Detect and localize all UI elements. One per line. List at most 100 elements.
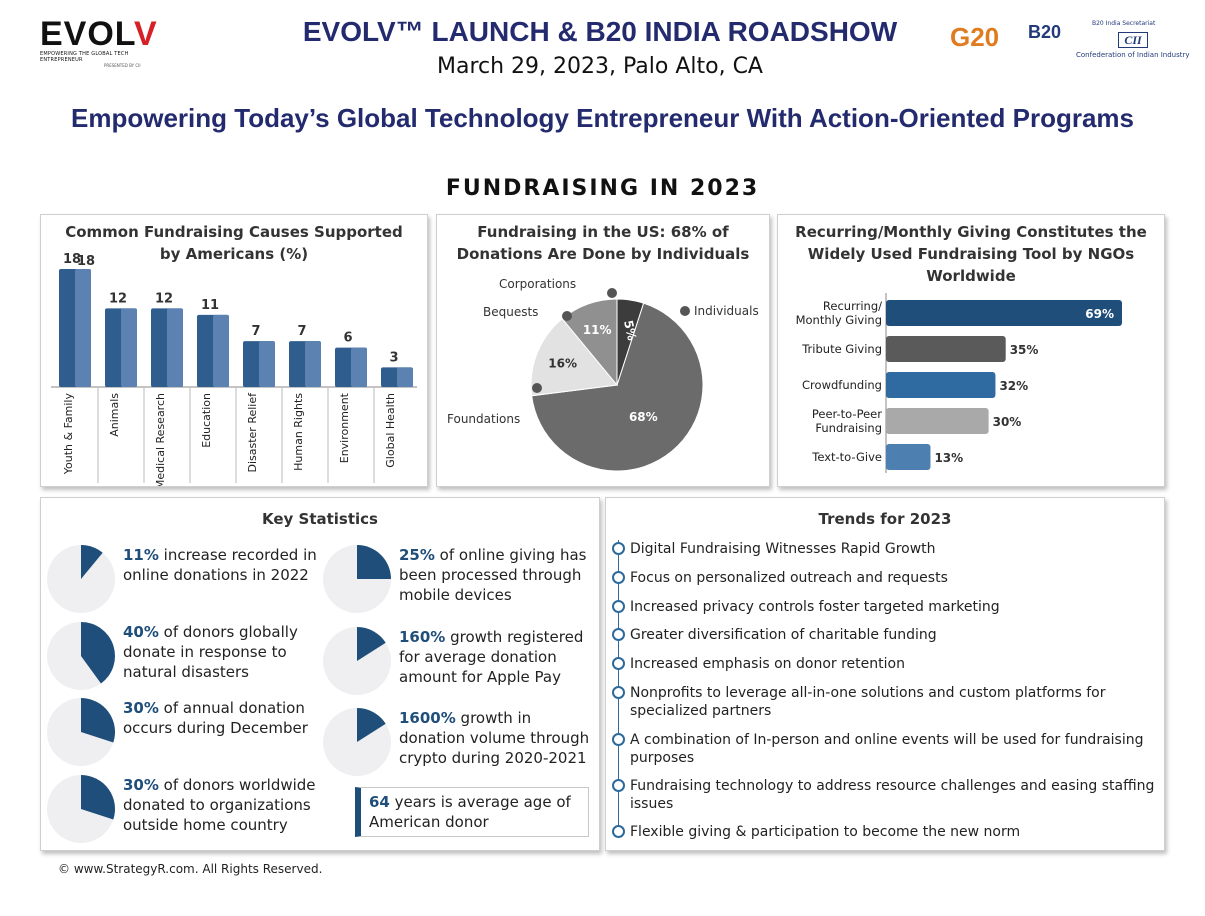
stat-pie	[47, 622, 115, 690]
data-label: 68%	[629, 410, 658, 424]
cii-name: Confederation of Indian Industry	[1076, 51, 1190, 59]
logo-presented: PRESENTED BY CII	[104, 63, 141, 68]
data-label: 12	[109, 291, 127, 306]
stat-value: 40%	[123, 623, 159, 641]
bar-highlight	[75, 269, 91, 387]
partner-logos: G20 B20 B20 India Secretariat CII Confed…	[948, 20, 1190, 65]
section-title: FUNDRAISING IN 2023	[445, 176, 760, 201]
stat-value: 11%	[123, 546, 159, 564]
ngo-tools-panel: Recurring/Monthly Giving Constitutes the…	[777, 214, 1165, 487]
trend-text: Nonprofits to leverage all-in-one soluti…	[630, 685, 1106, 719]
trend-item: A combination of In-person and online ev…	[610, 731, 1160, 767]
logo-word-accent: V	[134, 15, 158, 53]
stat-pie	[47, 698, 115, 766]
bar-highlight	[121, 308, 137, 387]
b20-logo: B20	[1028, 22, 1061, 43]
trend-text: Increased emphasis on donor retention	[630, 656, 905, 672]
stat-value: 160%	[399, 628, 446, 646]
stat-item: 30% of annual donation occurs during Dec…	[47, 698, 337, 768]
trend-item: Flexible giving & participation to becom…	[610, 823, 1160, 841]
subtitle: Empowering Today’s Global Technology Ent…	[71, 103, 1134, 133]
stat-value: 25%	[399, 546, 435, 564]
trend-item: Nonprofits to leverage all-in-one soluti…	[610, 684, 1160, 720]
stat-pie	[323, 545, 391, 613]
data-label: 13%	[934, 451, 963, 465]
evolv-logo: EVOLV EMPOWERING THE GLOBAL TECH ENTREPR…	[40, 15, 170, 68]
data-label: 18	[77, 254, 95, 269]
trends-title: Trends for 2023	[818, 510, 952, 528]
circle-marker-icon	[612, 657, 625, 670]
bar	[886, 408, 989, 434]
tick-label: Crowdfunding	[802, 378, 882, 392]
stat-item: 160% growth registered for average donat…	[323, 627, 599, 697]
trend-text: A combination of In-person and online ev…	[630, 732, 1144, 766]
tick-label: Animals	[108, 393, 121, 437]
trend-item: Fundraising technology to address resour…	[610, 777, 1160, 813]
data-label: 7	[297, 324, 306, 339]
circle-marker-icon	[612, 542, 625, 555]
callout-dot	[562, 311, 572, 321]
tick-label: Monthly Giving	[796, 313, 882, 327]
bar-highlight	[259, 341, 275, 387]
trend-text: Greater diversification of charitable fu…	[630, 627, 937, 643]
tick-label: Human Rights	[292, 393, 305, 471]
data-label: 3	[389, 350, 398, 365]
bar-highlight	[305, 341, 321, 387]
legend-label: Foundations	[447, 412, 520, 426]
bar	[886, 444, 931, 470]
data-label: 11	[201, 298, 219, 313]
key-stats-title: Key Statistics	[261, 510, 378, 528]
stat-value: 30%	[123, 776, 159, 794]
us-pie-panel: Fundraising in the US: 68% of Donations …	[436, 214, 770, 487]
tick-label: Youth & Family	[62, 393, 75, 476]
legend-label: Individuals	[694, 304, 759, 318]
tick-label: Education	[200, 393, 213, 448]
g20-logo: G20	[950, 22, 999, 53]
g20-text: G20	[950, 22, 1000, 52]
bar-highlight	[213, 314, 229, 387]
bar-highlight	[397, 367, 413, 387]
bar-highlight	[351, 347, 367, 387]
tick-label: Fundraising	[815, 421, 882, 435]
stat-pie	[323, 708, 391, 776]
stat-pie	[323, 627, 391, 695]
cii-secretariat: B20 India Secretariat	[1092, 20, 1156, 27]
tick-label: Text-to-Give	[811, 450, 882, 464]
stat-value: 1600%	[399, 709, 456, 727]
data-label: 6	[343, 331, 352, 346]
tick-label: Medical Research	[154, 393, 167, 486]
stat-item: 40% of donors globally donate in respons…	[47, 622, 337, 692]
callout-dot	[680, 306, 690, 316]
circle-marker-icon	[612, 571, 625, 584]
header: EVOLV EMPOWERING THE GLOBAL TECH ENTREPR…	[0, 0, 1205, 90]
tick-label: Recurring/	[823, 299, 882, 313]
avg-age-text: years is average age of American donor	[369, 793, 571, 831]
causes-bar-chart: 1818Youth & Family12Animals12Medical Res…	[51, 252, 417, 486]
data-label: 7	[251, 324, 260, 339]
tick-label: Disaster Relief	[246, 392, 259, 473]
trend-text: Focus on personalized outreach and reque…	[630, 570, 948, 586]
trend-item: Focus on personalized outreach and reque…	[610, 569, 1160, 587]
average-age-callout: 64 years is average age of American dono…	[355, 787, 589, 837]
bar-highlight	[167, 308, 183, 387]
data-label: 30%	[993, 415, 1022, 429]
legend-label: Bequests	[483, 305, 538, 319]
stat-pie	[47, 775, 115, 843]
trend-text: Digital Fundraising Witnesses Rapid Grow…	[630, 541, 936, 557]
copyright: © www.StrategyR.com. All Rights Reserved…	[58, 862, 323, 876]
tick-label: Peer-to-Peer	[812, 407, 882, 421]
legend-label: Corporations	[499, 277, 576, 291]
data-label: 32%	[999, 379, 1028, 393]
trend-item: Increased emphasis on donor retention	[610, 655, 1160, 673]
callout-dot	[607, 288, 617, 298]
stat-pie-slice	[357, 545, 391, 579]
b20-text: B20	[1028, 22, 1062, 42]
bar	[886, 336, 1006, 362]
trend-item: Digital Fundraising Witnesses Rapid Grow…	[610, 540, 1160, 558]
trend-text: Fundraising technology to address resour…	[630, 778, 1155, 812]
trend-item: Greater diversification of charitable fu…	[610, 626, 1160, 644]
us-pie-chart: 68%Individuals16%Foundations11%Bequests5…	[447, 277, 759, 472]
data-label: 12	[155, 291, 173, 306]
causes-chart-panel: Common Fundraising Causes Supported by A…	[40, 214, 428, 487]
stat-pie	[47, 545, 115, 613]
